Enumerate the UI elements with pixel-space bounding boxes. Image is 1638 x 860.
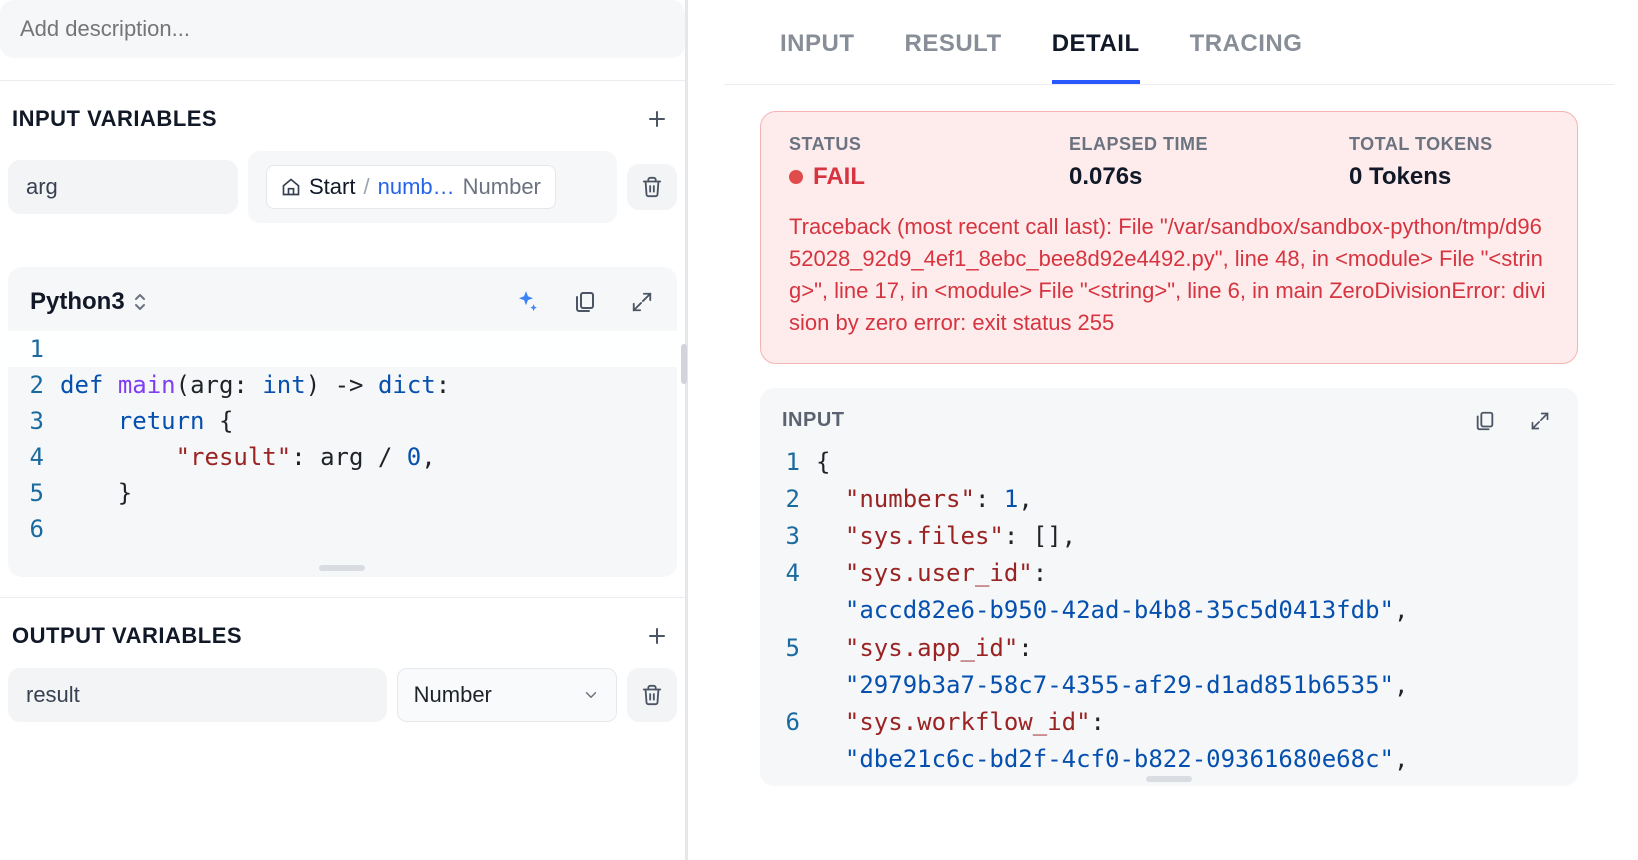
ref-source: Start [309, 174, 355, 200]
result-pane: INPUT RESULT DETAIL TRACING STATUS FAIL … [712, 0, 1638, 860]
chevron-updown-icon [133, 292, 147, 312]
ref-field: numb… [378, 174, 455, 200]
expand-icon [631, 291, 653, 313]
chevron-down-icon [582, 686, 600, 704]
output-variables-title: OUTPUT VARIABLES [12, 623, 242, 649]
config-pane: INPUT VARIABLES arg Start / numb… Number [0, 0, 686, 860]
json-body: 1{2 "numbers": 1,3 "sys.files": [],4 "sy… [760, 444, 1578, 787]
clipboard-icon [573, 290, 597, 314]
json-line: 3 "sys.files": [], [760, 518, 1578, 555]
splitter-handle[interactable] [681, 344, 687, 384]
output-var-name[interactable]: result [8, 668, 387, 722]
delete-input-var-button[interactable] [627, 164, 677, 210]
description-input[interactable] [0, 0, 685, 58]
language-label: Python3 [30, 288, 125, 316]
input-variables-section: INPUT VARIABLES arg Start / numb… Number [0, 80, 685, 239]
trash-icon [641, 176, 663, 198]
json-line: 5 "sys.app_id": "2979b3a7-58c7-4355-af29… [760, 630, 1578, 704]
tokens-label: TOTAL TOKENS [1349, 134, 1549, 155]
json-line: 1{ [760, 444, 1578, 481]
tokens-value: 0 Tokens [1349, 163, 1549, 191]
input-var-name[interactable]: arg [8, 160, 238, 214]
plus-icon [645, 624, 669, 648]
tab-input[interactable]: INPUT [780, 30, 855, 84]
ref-separator: / [363, 174, 369, 200]
input-json-card: INPUT 1{2 "numbers": 1,3 "sys.files": []… [760, 388, 1578, 787]
resize-handle[interactable] [319, 565, 365, 571]
output-variables-section: OUTPUT VARIABLES result Number [0, 597, 685, 738]
status-value-text: FAIL [813, 163, 865, 191]
input-variables-title: INPUT VARIABLES [12, 106, 217, 132]
json-resize-handle[interactable] [1146, 776, 1192, 782]
status-value: FAIL [789, 163, 989, 191]
status-card: STATUS FAIL ELAPSED TIME 0.076s TOTAL TO… [760, 111, 1578, 364]
status-label: STATUS [789, 134, 989, 155]
code-body[interactable]: 1 2def main(arg: int) -> dict: 3 return … [8, 331, 677, 547]
output-var-name-text: result [26, 682, 80, 708]
plus-icon [645, 107, 669, 131]
tab-result[interactable]: RESULT [905, 30, 1002, 84]
code-editor[interactable]: Python3 1 2def main(arg: int) -> dict: [8, 267, 677, 577]
input-var-ref[interactable]: Start / numb… Number [248, 151, 617, 223]
add-output-var-button[interactable] [639, 618, 675, 654]
home-icon [281, 177, 301, 197]
output-var-type-select[interactable]: Number [397, 668, 617, 722]
input-var-name-text: arg [26, 174, 58, 200]
expand-json-button[interactable] [1524, 404, 1556, 438]
status-dot-icon [789, 170, 803, 184]
copy-code-button[interactable] [567, 284, 603, 320]
json-line: 2 "numbers": 1, [760, 481, 1578, 518]
input-var-row: arg Start / numb… Number [0, 151, 685, 223]
elapsed-value: 0.076s [1069, 163, 1269, 191]
traceback-text: Traceback (most recent call last): File … [789, 211, 1549, 339]
sparkle-icon [513, 289, 539, 315]
result-tabs: INPUT RESULT DETAIL TRACING [724, 12, 1614, 85]
elapsed-label: ELAPSED TIME [1069, 134, 1269, 155]
output-var-type-label: Number [414, 682, 492, 708]
expand-code-button[interactable] [625, 285, 659, 319]
json-line: 6 "sys.workflow_id": "dbe21c6c-bd2f-4cf0… [760, 704, 1578, 778]
add-input-var-button[interactable] [639, 101, 675, 137]
tab-detail[interactable]: DETAIL [1052, 30, 1140, 84]
delete-output-var-button[interactable] [627, 668, 677, 722]
input-json-title: INPUT [782, 409, 845, 432]
json-line: 4 "sys.user_id": "accd82e6-b950-42ad-b4b… [760, 555, 1578, 629]
tab-tracing[interactable]: TRACING [1190, 30, 1303, 84]
copy-json-button[interactable] [1468, 404, 1502, 438]
ref-type: Number [463, 174, 541, 200]
trash-icon [641, 684, 663, 706]
expand-icon [1530, 411, 1550, 431]
pane-splitter[interactable] [686, 0, 712, 860]
ai-assist-button[interactable] [507, 283, 545, 321]
clipboard-icon [1474, 410, 1496, 432]
language-select[interactable]: Python3 [30, 288, 147, 316]
output-var-row: result Number [0, 668, 685, 722]
